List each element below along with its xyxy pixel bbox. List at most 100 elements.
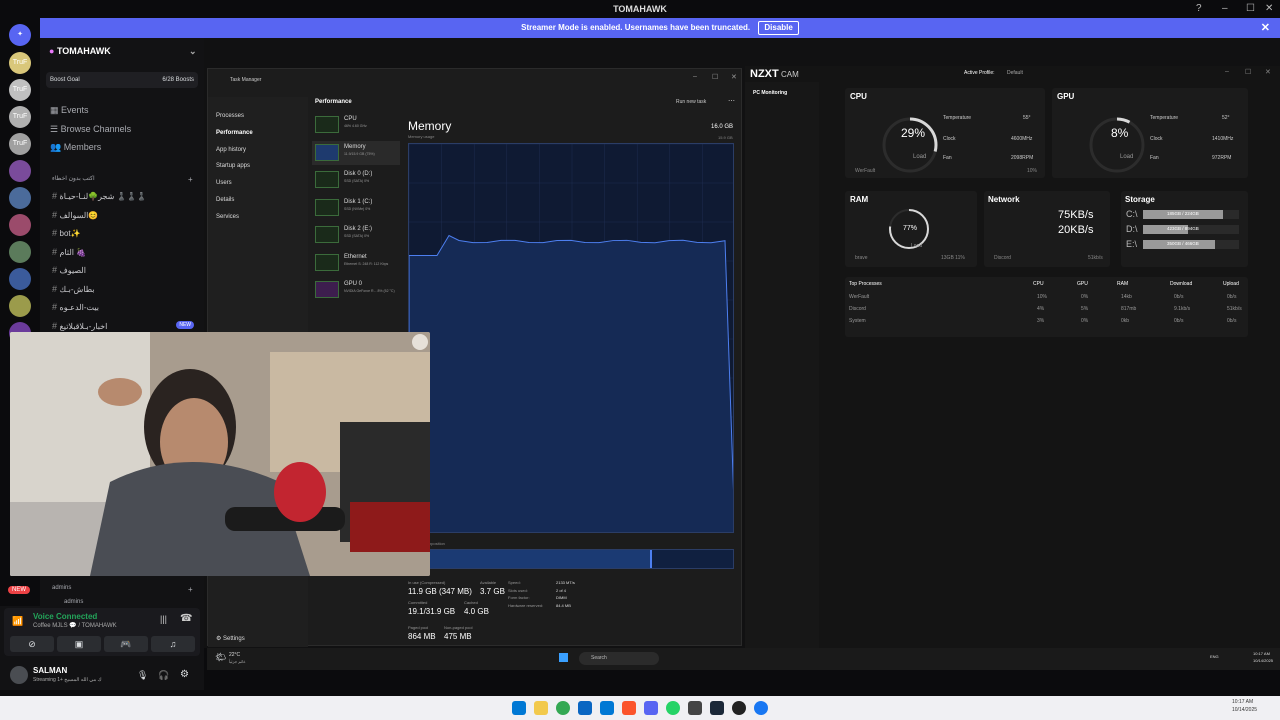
add-channel-icon[interactable]: + bbox=[188, 175, 193, 184]
server-icon[interactable]: TruF bbox=[9, 133, 31, 155]
clock-date[interactable]: 10/14/2025 bbox=[1232, 707, 1257, 713]
file-explorer-icon[interactable] bbox=[534, 701, 548, 715]
device-item[interactable]: Disk 1 (C:) SSD (NVMe) 0% bbox=[312, 196, 400, 220]
settings-icon[interactable] bbox=[688, 701, 702, 715]
server-icon[interactable] bbox=[9, 295, 31, 317]
nz-minimize[interactable]: – bbox=[1225, 68, 1229, 75]
process-header[interactable]: Upload bbox=[1223, 281, 1239, 287]
discord-home-icon[interactable]: ✦ bbox=[9, 24, 31, 46]
process-header[interactable]: Top Processes bbox=[849, 281, 882, 287]
headphones-icon[interactable]: 🎧 bbox=[158, 670, 169, 681]
search-box-inner[interactable]: Search bbox=[579, 652, 659, 665]
nz-close[interactable]: ✕ bbox=[1265, 68, 1271, 76]
voice-channel[interactable]: Coffee MJLS 💬 / TOMAHAWK bbox=[33, 622, 117, 629]
cpu-card: CPU 29% Load Temperature 55° Clock 4600M… bbox=[845, 88, 1045, 178]
process-cell: 4% bbox=[1037, 306, 1045, 312]
server-icon[interactable]: TruF bbox=[9, 106, 31, 128]
server-icon[interactable] bbox=[9, 187, 31, 209]
more-options-icon[interactable]: ⋯ bbox=[728, 97, 735, 105]
process-header[interactable]: CPU bbox=[1033, 281, 1044, 287]
process-header[interactable]: RAM bbox=[1117, 281, 1128, 287]
members-link[interactable]: 👥 Members bbox=[50, 142, 101, 153]
server-icon[interactable]: TruF bbox=[9, 52, 31, 74]
tm-nav-item[interactable]: Processes bbox=[216, 113, 244, 119]
disable-button[interactable]: Disable bbox=[758, 21, 799, 35]
help-icon[interactable]: ? bbox=[1196, 3, 1202, 14]
run-new-task-button[interactable]: Run new task bbox=[676, 99, 706, 105]
device-item[interactable]: CPU 46% 4.60 GHz bbox=[312, 113, 400, 137]
pc-monitoring-tab[interactable]: PC Monitoring bbox=[753, 90, 787, 96]
settings-gear-icon[interactable]: ⚙ bbox=[180, 669, 189, 680]
tm-settings[interactable]: ⚙ Settings bbox=[216, 635, 245, 642]
device-item[interactable]: Memory 11.9/15.9 GB (75%) bbox=[312, 140, 400, 165]
channel-item[interactable]: # اخبار-بـلاقبلاتيغ NEW bbox=[52, 320, 202, 331]
channel-item[interactable]: # شجر🌳لنـا-حيـاة ♟️♟️♟️ bbox=[52, 191, 202, 201]
store-icon[interactable] bbox=[600, 701, 614, 715]
profile-select[interactable]: Default bbox=[1007, 70, 1023, 76]
category-admins[interactable]: admins bbox=[52, 585, 71, 591]
server-icon[interactable] bbox=[9, 268, 31, 290]
device-thumbnail bbox=[315, 253, 339, 271]
chrome-icon[interactable] bbox=[556, 701, 570, 715]
minimize-button[interactable]: – bbox=[1222, 3, 1228, 14]
clock-time[interactable]: 10:17 AM bbox=[1232, 699, 1253, 705]
boost-goal-bar[interactable]: Boost Goal 6/28 Boosts bbox=[46, 72, 198, 88]
server-header[interactable]: ● TOMAHAWK ⌄ bbox=[49, 46, 197, 56]
steam-icon[interactable] bbox=[710, 701, 724, 715]
mic-icon[interactable]: 🎙 bbox=[137, 670, 148, 681]
server-icon[interactable] bbox=[9, 241, 31, 263]
channel-item[interactable]: # الصيوف bbox=[52, 265, 202, 275]
weather-temp[interactable]: 22°C bbox=[229, 652, 240, 658]
outlook-icon[interactable] bbox=[578, 701, 592, 715]
disconnect-icon[interactable]: ☎ bbox=[180, 613, 192, 624]
tm-close[interactable]: ✕ bbox=[731, 73, 737, 81]
device-item[interactable]: Disk 2 (E:) SSD (SATA) 0% bbox=[312, 223, 400, 247]
tm-nav-item[interactable]: Performance bbox=[216, 130, 253, 136]
channel-item[interactable]: # بطاش-بـك bbox=[52, 284, 202, 294]
channel-item[interactable]: # bot✨ bbox=[52, 228, 202, 238]
browse-channels-link[interactable]: ☰ Browse Channels bbox=[50, 124, 131, 135]
server-icon[interactable] bbox=[9, 214, 31, 236]
category-header[interactable]: اكتب بدون اخطاء bbox=[52, 175, 95, 182]
nz-maximize[interactable]: ☐ bbox=[1245, 68, 1251, 76]
tm-nav-item[interactable]: Users bbox=[216, 180, 232, 186]
device-item[interactable]: GPU 0 NVIDIA GeForce R... 8% (52 °C) bbox=[312, 278, 400, 302]
avatar[interactable] bbox=[10, 666, 28, 684]
camera-off-button[interactable]: ⊘ bbox=[10, 636, 54, 652]
voice-status[interactable]: Voice Connected bbox=[33, 612, 97, 621]
channel-item[interactable]: # الثام 🍇 bbox=[52, 247, 202, 257]
screen-share-button[interactable]: ▣ bbox=[57, 636, 101, 652]
discord-icon[interactable] bbox=[644, 701, 658, 715]
app-icon[interactable] bbox=[732, 701, 746, 715]
maximize-button[interactable]: ☐ bbox=[1246, 3, 1255, 14]
process-header[interactable]: GPU bbox=[1077, 281, 1088, 287]
start-icon-inner[interactable] bbox=[559, 653, 568, 662]
channel-admins[interactable]: admins bbox=[64, 599, 83, 605]
tm-nav-item[interactable]: Services bbox=[216, 214, 239, 220]
tm-nav-item[interactable]: Details bbox=[216, 197, 234, 203]
device-item[interactable]: Ethernet Ethernet S: 248 R: 112 Kbps bbox=[312, 251, 400, 275]
server-icon[interactable] bbox=[9, 160, 31, 182]
start-icon[interactable] bbox=[512, 701, 526, 715]
activities-button[interactable]: 🎮 bbox=[104, 636, 148, 652]
tm-minimize[interactable]: – bbox=[693, 73, 697, 80]
events-link[interactable]: ▦ Events bbox=[50, 105, 89, 116]
whatsapp-icon[interactable] bbox=[666, 701, 680, 715]
server-icon[interactable]: TruF bbox=[9, 79, 31, 101]
channel-item[interactable]: # بيت-الدعـوه bbox=[52, 302, 202, 312]
noise-icon[interactable]: ||| bbox=[160, 614, 167, 624]
tm-maximize[interactable]: ☐ bbox=[712, 73, 718, 81]
add-channel-icon-2[interactable]: + bbox=[188, 585, 193, 594]
hash-icon: # bbox=[52, 191, 60, 201]
process-header[interactable]: Download bbox=[1170, 281, 1192, 287]
device-item[interactable]: Disk 0 (D:) SSD (SATA) 0% bbox=[312, 168, 400, 192]
channel-item[interactable]: # السوالف😊 bbox=[52, 210, 202, 220]
stat-label: Cached bbox=[464, 600, 478, 605]
tm-nav-item[interactable]: App history bbox=[216, 147, 246, 153]
tm-nav-item[interactable]: Startup apps bbox=[216, 163, 250, 169]
brave-icon[interactable] bbox=[622, 701, 636, 715]
soundboard-button[interactable]: ♫ bbox=[151, 636, 195, 652]
banner-close-icon[interactable]: ✕ bbox=[1261, 18, 1270, 38]
close-button[interactable]: ✕ bbox=[1265, 3, 1273, 14]
facebook-icon[interactable] bbox=[754, 701, 768, 715]
